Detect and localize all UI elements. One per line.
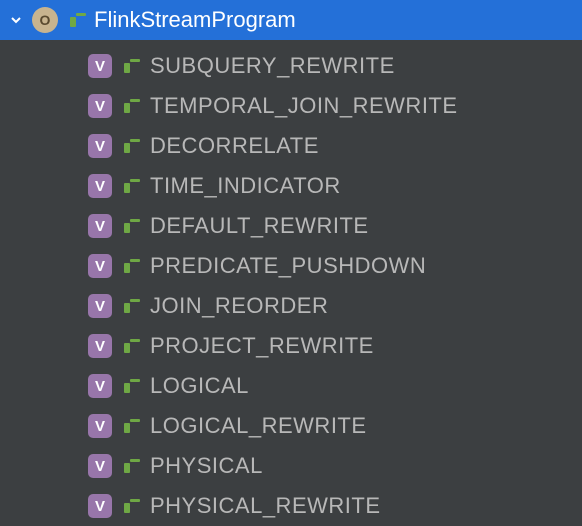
avatar: O: [32, 7, 58, 33]
class-icon: [122, 57, 140, 75]
class-icon: [122, 177, 140, 195]
chevron-down-icon[interactable]: [8, 12, 24, 28]
item-label: LOGICAL_REWRITE: [150, 413, 367, 439]
variable-badge: V: [88, 94, 112, 118]
item-label: PHYSICAL_REWRITE: [150, 493, 381, 519]
variable-badge: V: [88, 374, 112, 398]
variable-badge: V: [88, 134, 112, 158]
variable-badge: V: [88, 494, 112, 518]
tree-item[interactable]: V PHYSICAL_REWRITE: [0, 486, 582, 526]
class-icon: [122, 257, 140, 275]
tree-item[interactable]: V PROJECT_REWRITE: [0, 326, 582, 366]
variable-badge: V: [88, 214, 112, 238]
tree-item[interactable]: V JOIN_REORDER: [0, 286, 582, 326]
tree-item[interactable]: V LOGICAL: [0, 366, 582, 406]
class-icon: [122, 497, 140, 515]
variable-badge: V: [88, 334, 112, 358]
variable-badge: V: [88, 294, 112, 318]
variable-badge: V: [88, 174, 112, 198]
variable-badge: V: [88, 54, 112, 78]
item-label: SUBQUERY_REWRITE: [150, 53, 395, 79]
item-label: DEFAULT_REWRITE: [150, 213, 369, 239]
variable-badge: V: [88, 254, 112, 278]
class-icon: [122, 97, 140, 115]
tree-item[interactable]: V PHYSICAL: [0, 446, 582, 486]
class-icon: [122, 457, 140, 475]
item-label: PHYSICAL: [150, 453, 263, 479]
item-label: TIME_INDICATOR: [150, 173, 341, 199]
tree-item[interactable]: V SUBQUERY_REWRITE: [0, 46, 582, 86]
tree-item[interactable]: V TIME_INDICATOR: [0, 166, 582, 206]
avatar-letter: O: [40, 12, 51, 28]
tree-item[interactable]: V DECORRELATE: [0, 126, 582, 166]
class-icon: [122, 417, 140, 435]
variable-badge: V: [88, 414, 112, 438]
class-icon: [68, 11, 86, 29]
item-label: LOGICAL: [150, 373, 249, 399]
class-icon: [122, 377, 140, 395]
tree-list: V SUBQUERY_REWRITE V TEMPORAL_JOIN_REWRI…: [0, 40, 582, 526]
class-icon: [122, 297, 140, 315]
item-label: DECORRELATE: [150, 133, 319, 159]
tree-item[interactable]: V TEMPORAL_JOIN_REWRITE: [0, 86, 582, 126]
item-label: TEMPORAL_JOIN_REWRITE: [150, 93, 458, 119]
class-icon: [122, 217, 140, 235]
variable-badge: V: [88, 454, 112, 478]
item-label: JOIN_REORDER: [150, 293, 328, 319]
item-label: PREDICATE_PUSHDOWN: [150, 253, 426, 279]
tree-header[interactable]: O FlinkStreamProgram: [0, 0, 582, 40]
class-icon: [122, 337, 140, 355]
item-label: PROJECT_REWRITE: [150, 333, 374, 359]
header-title: FlinkStreamProgram: [94, 7, 296, 33]
tree-item[interactable]: V DEFAULT_REWRITE: [0, 206, 582, 246]
class-icon: [122, 137, 140, 155]
tree-item[interactable]: V LOGICAL_REWRITE: [0, 406, 582, 446]
tree-item[interactable]: V PREDICATE_PUSHDOWN: [0, 246, 582, 286]
